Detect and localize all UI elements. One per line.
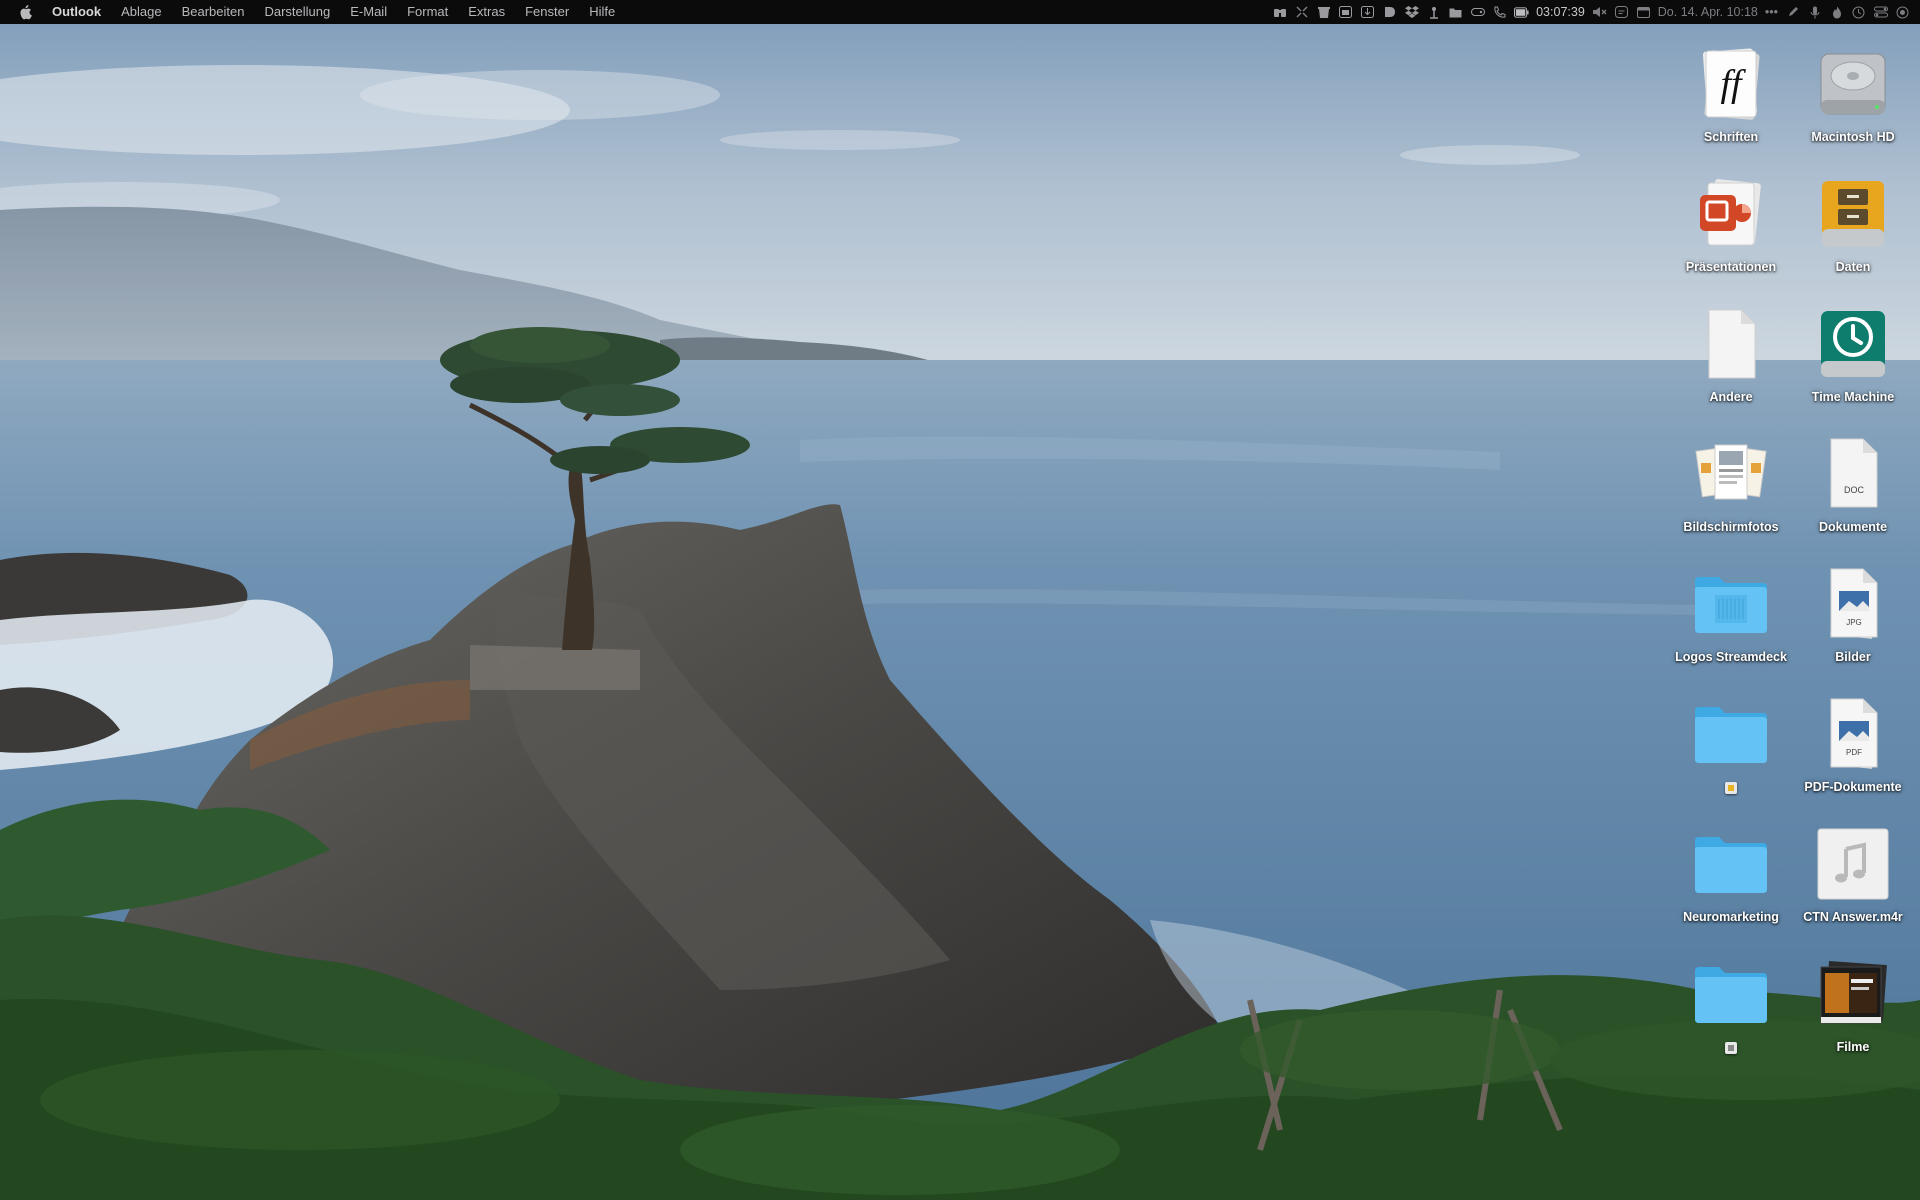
- desktop-item-label: Dokumente: [1818, 520, 1888, 534]
- clock-history-icon[interactable]: [1851, 5, 1866, 20]
- menu-overflow-dots[interactable]: •••: [1765, 5, 1778, 19]
- menu-darstellung[interactable]: Darstellung: [254, 0, 340, 24]
- powerpoint-stack-icon: [1691, 174, 1771, 254]
- folder-icon: [1691, 564, 1771, 644]
- bucket-icon[interactable]: [1316, 5, 1331, 20]
- menu-bar: Outlook Ablage Bearbeiten Darstellung E-…: [0, 0, 1920, 24]
- dropbox-icon[interactable]: [1404, 5, 1419, 20]
- message-bubble-icon[interactable]: [1614, 5, 1629, 20]
- desktop-item-label: Bildschirmfotos: [1683, 520, 1779, 534]
- date-time-readout[interactable]: Do. 14. Apr. 10:18: [1658, 5, 1758, 19]
- desktop-item-macintosh-hd[interactable]: Macintosh HD: [1793, 34, 1913, 158]
- control-center-icon[interactable]: [1873, 5, 1888, 20]
- desktop-icon-grid: ff Schriften Macintosh HD Präsentationen…: [1660, 24, 1920, 1200]
- movies-stack-icon: [1813, 954, 1893, 1034]
- desktop-item-unnamed-folder[interactable]: [1671, 684, 1791, 808]
- menu-extras[interactable]: Extras: [458, 0, 515, 24]
- menu-format[interactable]: Format: [397, 0, 458, 24]
- volume-muted-icon[interactable]: [1592, 5, 1607, 20]
- controller-icon[interactable]: [1470, 5, 1485, 20]
- jpg-stack-icon: JPG: [1813, 564, 1893, 644]
- download-box-icon[interactable]: [1360, 5, 1375, 20]
- hard-drive-icon: [1813, 44, 1893, 124]
- font-book-icon: ff: [1691, 44, 1771, 124]
- menu-app-outlook[interactable]: Outlook: [52, 0, 111, 24]
- desktop-item-praesentationen[interactable]: Präsentationen: [1671, 164, 1791, 288]
- desktop-item-label: Andere: [1709, 390, 1753, 404]
- menu-hilfe[interactable]: Hilfe: [579, 0, 625, 24]
- pdf-badge-text: PDF: [1846, 748, 1862, 757]
- folder-icon: [1691, 954, 1771, 1034]
- apple-menu-icon[interactable]: [18, 4, 32, 21]
- desktop-wallpaper: [0, 0, 1920, 1200]
- desktop-item-schriften[interactable]: ff Schriften: [1671, 34, 1791, 158]
- folder-icon: [1691, 824, 1771, 904]
- lamp-icon[interactable]: [1426, 5, 1441, 20]
- desktop-item-label: Filme: [1836, 1040, 1870, 1054]
- desktop-item-andere[interactable]: Andere: [1671, 294, 1791, 418]
- screenshots-stack-icon: [1691, 434, 1771, 514]
- folder-tag-icon: [1725, 1042, 1737, 1054]
- siri-icon[interactable]: [1895, 5, 1910, 20]
- desktop-item-daten[interactable]: Daten: [1793, 164, 1913, 288]
- jpg-badge-text: JPG: [1846, 618, 1862, 627]
- blank-document-icon: [1691, 304, 1771, 384]
- display-d-icon[interactable]: [1382, 5, 1397, 20]
- desktop-item-filme[interactable]: Filme: [1793, 944, 1913, 1068]
- pdf-stack-icon: PDF: [1813, 694, 1893, 774]
- desktop-item-ctn-answer[interactable]: CTN Answer.m4r: [1793, 814, 1913, 938]
- window-capture-icon[interactable]: [1338, 5, 1353, 20]
- time-machine-icon: [1813, 304, 1893, 384]
- desktop-item-unnamed-folder-2[interactable]: [1671, 944, 1791, 1068]
- desktop-item-label: CTN Answer.m4r: [1803, 910, 1903, 924]
- microphone-icon[interactable]: [1807, 5, 1822, 20]
- menu-bar-status-area: 03:07:39 Do. 14. Apr. 10:18 •••: [1272, 0, 1910, 24]
- folder-tag-icon: [1725, 782, 1737, 794]
- pen-icon[interactable]: [1785, 5, 1800, 20]
- phone-icon[interactable]: [1492, 5, 1507, 20]
- desktop-item-label: Logos Streamdeck: [1675, 650, 1787, 664]
- desktop-item-label: Präsentationen: [1685, 260, 1777, 274]
- doc-badge-text: DOC: [1844, 485, 1865, 495]
- desktop-item-time-machine[interactable]: Time Machine: [1793, 294, 1913, 418]
- desktop-item-label: Macintosh HD: [1811, 130, 1895, 144]
- desktop-item-pdf-dokumente[interactable]: PDF PDF-Dokumente: [1793, 684, 1913, 808]
- desktop-item-logos-streamdeck[interactable]: Logos Streamdeck: [1671, 554, 1791, 678]
- desktop-item-neuromarketing[interactable]: Neuromarketing: [1671, 814, 1791, 938]
- desktop-item-bildschirmfotos[interactable]: Bildschirmfotos: [1671, 424, 1791, 548]
- desktop-item-label: Time Machine: [1811, 390, 1895, 404]
- desktop-item-label: Neuromarketing: [1683, 910, 1779, 924]
- cabinet-drive-icon: [1813, 174, 1893, 254]
- doc-stack-icon: DOC: [1813, 434, 1893, 514]
- menu-fenster[interactable]: Fenster: [515, 0, 579, 24]
- expand-arrows-icon[interactable]: [1294, 5, 1309, 20]
- desktop-item-label: Schriften: [1703, 130, 1759, 144]
- desktop-item-label: PDF-Dokumente: [1804, 780, 1902, 794]
- music-file-icon: [1813, 824, 1893, 904]
- desktop-item-label: Daten: [1835, 260, 1871, 274]
- calendar-icon[interactable]: [1636, 5, 1651, 20]
- folder-menu-icon[interactable]: [1448, 5, 1463, 20]
- timer-readout[interactable]: 03:07:39: [1536, 5, 1585, 19]
- menu-ablage[interactable]: Ablage: [111, 0, 171, 24]
- menu-email[interactable]: E-Mail: [340, 0, 397, 24]
- folder-icon: [1691, 694, 1771, 774]
- flame-icon[interactable]: [1829, 5, 1844, 20]
- desktop-item-dokumente[interactable]: DOC Dokumente: [1793, 424, 1913, 548]
- battery-icon[interactable]: [1514, 5, 1529, 20]
- menu-bearbeiten[interactable]: Bearbeiten: [172, 0, 255, 24]
- desktop-item-label: Bilder: [1835, 650, 1871, 664]
- binoculars-icon[interactable]: [1272, 5, 1287, 20]
- desktop-item-bilder[interactable]: JPG Bilder: [1793, 554, 1913, 678]
